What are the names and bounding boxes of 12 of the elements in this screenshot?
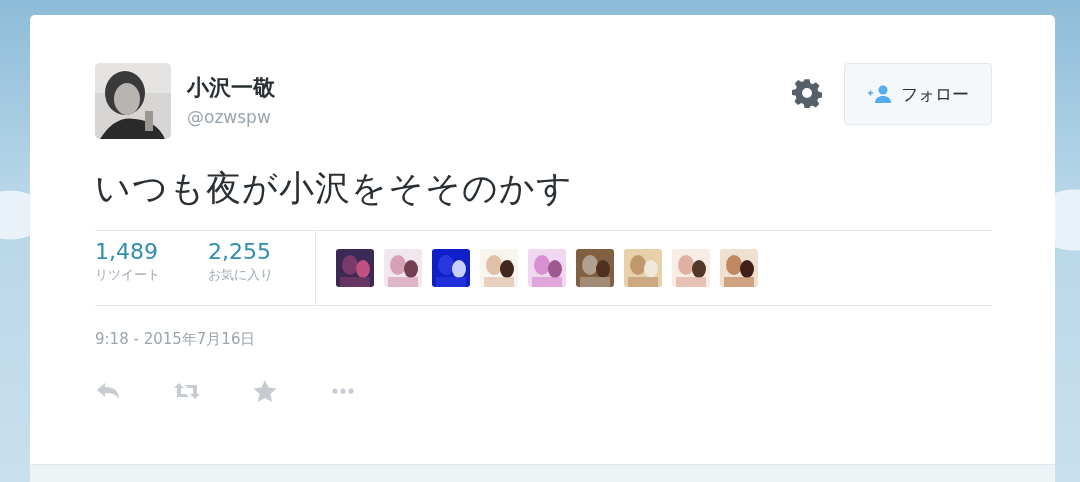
- stat-count[interactable]: 1,489: [95, 239, 160, 264]
- stat-label: お気に入り: [208, 266, 273, 284]
- stat-count[interactable]: 2,255: [208, 239, 273, 264]
- settings-icon[interactable]: [792, 78, 822, 108]
- stat-label: リツイート: [95, 266, 160, 284]
- star-icon[interactable]: [251, 379, 279, 403]
- author-name[interactable]: 小沢一敬: [187, 73, 792, 103]
- follow-button[interactable]: フォロー: [844, 63, 992, 125]
- author-handle[interactable]: @ozwspw: [187, 107, 792, 127]
- timestamp: 9:18 - 2015年7月16日: [95, 330, 257, 349]
- tweet-text: いつも夜が小沢をそそのかす: [95, 167, 574, 210]
- add-user-icon: [867, 84, 893, 104]
